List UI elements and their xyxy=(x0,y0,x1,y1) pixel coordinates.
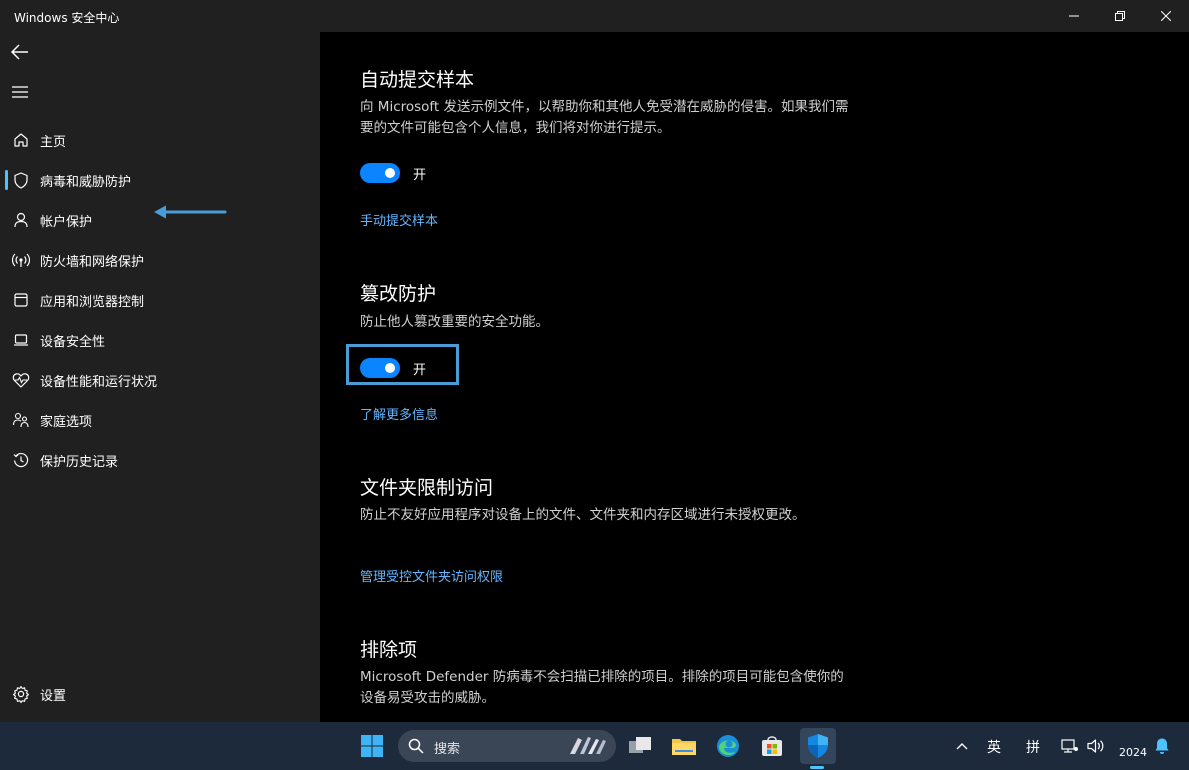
sidebar-item-label: 设备性能和运行状况 xyxy=(40,374,158,390)
chevron-up-icon xyxy=(956,743,968,750)
title-bar: Windows 安全中心 xyxy=(0,0,1189,32)
sidebar-item-label: 设备安全性 xyxy=(40,334,106,350)
windows-logo-icon xyxy=(361,735,383,757)
minimize-button[interactable] xyxy=(1051,0,1097,32)
ime-language-indicator[interactable]: 英 xyxy=(987,737,1001,757)
tamper-protection-toggle-row: 开 xyxy=(360,356,426,380)
restore-button[interactable] xyxy=(1097,0,1143,32)
back-arrow-icon xyxy=(11,44,28,60)
taskbar-clock[interactable]: 2024 xyxy=(1119,746,1147,759)
close-icon xyxy=(1161,11,1171,21)
restore-icon xyxy=(1115,11,1125,21)
file-explorer-button[interactable] xyxy=(668,730,700,762)
volume-button[interactable] xyxy=(1084,730,1108,762)
window-title: Windows 安全中心 xyxy=(14,11,120,25)
home-icon xyxy=(11,130,31,150)
sidebar-item-virus-protection[interactable]: 病毒和威胁防护 xyxy=(4,162,316,198)
learn-more-link[interactable]: 了解更多信息 xyxy=(360,404,438,423)
toggle-state-label: 开 xyxy=(413,362,427,378)
notifications-button[interactable] xyxy=(1150,730,1174,762)
edge-icon xyxy=(717,735,739,757)
search-icon xyxy=(408,738,424,758)
heart-pulse-icon xyxy=(11,370,31,390)
ime-mode-indicator[interactable]: 拼 xyxy=(1026,737,1040,757)
sidebar-item-label: 防火墙和网络保护 xyxy=(40,254,145,270)
folder-icon xyxy=(672,739,696,755)
bell-icon xyxy=(1155,738,1169,754)
sidebar-item-label: 设置 xyxy=(40,688,67,704)
person-icon xyxy=(11,210,31,230)
search-highlight-icon xyxy=(566,734,610,762)
history-icon xyxy=(11,450,31,470)
laptop-icon xyxy=(11,330,31,350)
sidebar-item-device-performance[interactable]: 设备性能和运行状况 xyxy=(4,362,316,398)
sidebar-item-label: 家庭选项 xyxy=(40,414,93,430)
auto-sample-submission-toggle-row: 开 xyxy=(360,161,426,185)
toggle-state-label: 开 xyxy=(413,167,427,183)
search-placeholder: 搜索 xyxy=(434,742,461,757)
speaker-icon xyxy=(1087,739,1104,753)
sidebar-item-firewall[interactable]: 防火墙和网络保护 xyxy=(4,242,316,278)
sidebar-item-label: 主页 xyxy=(40,134,67,150)
start-button[interactable] xyxy=(356,730,388,762)
sidebar-item-label: 帐户保护 xyxy=(40,214,93,230)
app-window-icon xyxy=(11,290,31,310)
sidebar-item-label: 病毒和威胁防护 xyxy=(40,174,132,190)
security-shield-icon xyxy=(808,734,828,758)
annotation-arrow-icon xyxy=(154,204,228,224)
section-title: 篡改防护 xyxy=(360,283,437,305)
network-icon xyxy=(1061,739,1078,753)
hamburger-icon xyxy=(12,86,28,98)
auto-sample-submission-toggle[interactable] xyxy=(360,163,400,183)
network-button[interactable] xyxy=(1058,730,1082,762)
show-hidden-icons-button[interactable] xyxy=(948,730,976,762)
section-title: 自动提交样本 xyxy=(360,69,475,91)
microsoft-store-button[interactable] xyxy=(756,730,788,762)
section-description: 向 Microsoft 发送示例文件，以帮助你和其他人免受潜在威胁的侵害。如果我… xyxy=(360,99,849,136)
windows-security-taskbar-button[interactable] xyxy=(800,728,836,764)
section-title: 排除项 xyxy=(360,639,418,661)
close-button[interactable] xyxy=(1143,0,1189,32)
wireless-icon xyxy=(11,250,31,270)
section-description: 防止不友好应用程序对设备上的文件、文件夹和内存区域进行未授权更改。 xyxy=(360,507,806,523)
family-icon xyxy=(11,410,31,430)
main-content: 自动提交样本 向 Microsoft 发送示例文件，以帮助你和其他人免受潜在威胁… xyxy=(320,32,1189,722)
sidebar-item-label: 应用和浏览器控制 xyxy=(40,294,145,310)
toggle-knob xyxy=(385,363,395,373)
taskbar-search-box[interactable]: 搜索 xyxy=(398,730,616,762)
menu-button[interactable] xyxy=(6,76,34,108)
task-view-button[interactable] xyxy=(624,730,656,762)
sidebar-item-home[interactable]: 主页 xyxy=(4,122,316,158)
section-description: Microsoft Defender 防病毒不会扫描已排除的项目。排除的项目可能… xyxy=(360,669,844,706)
toggle-knob xyxy=(385,168,395,178)
minimize-icon xyxy=(1069,15,1079,17)
back-button[interactable] xyxy=(6,36,34,68)
active-app-indicator xyxy=(810,766,824,769)
taskbar: 搜索 英 拼 2024 xyxy=(0,722,1189,770)
edge-browser-button[interactable] xyxy=(712,730,744,762)
sidebar-item-label: 保护历史记录 xyxy=(40,454,119,470)
sidebar: 主页 病毒和威胁防护 帐户保护 防火墙和网络保护 应用和浏览器控制 设备安全性 xyxy=(0,32,320,722)
sidebar-item-protection-history[interactable]: 保护历史记录 xyxy=(4,442,316,478)
sidebar-item-family-options[interactable]: 家庭选项 xyxy=(4,402,316,438)
sidebar-item-settings[interactable]: 设置 xyxy=(4,676,316,712)
task-view-icon xyxy=(629,737,651,753)
active-indicator xyxy=(5,170,8,190)
gear-icon xyxy=(11,684,31,704)
manual-submit-sample-link[interactable]: 手动提交样本 xyxy=(360,210,438,229)
manage-controlled-folder-access-link[interactable]: 管理受控文件夹访问权限 xyxy=(360,566,503,585)
section-title: 文件夹限制访问 xyxy=(360,477,494,499)
sidebar-item-device-security[interactable]: 设备安全性 xyxy=(4,322,316,358)
tamper-protection-toggle[interactable] xyxy=(360,358,400,378)
section-description: 防止他人篡改重要的安全功能。 xyxy=(360,314,549,330)
store-icon xyxy=(762,736,782,756)
shield-icon xyxy=(11,170,31,190)
sidebar-item-app-browser-control[interactable]: 应用和浏览器控制 xyxy=(4,282,316,318)
